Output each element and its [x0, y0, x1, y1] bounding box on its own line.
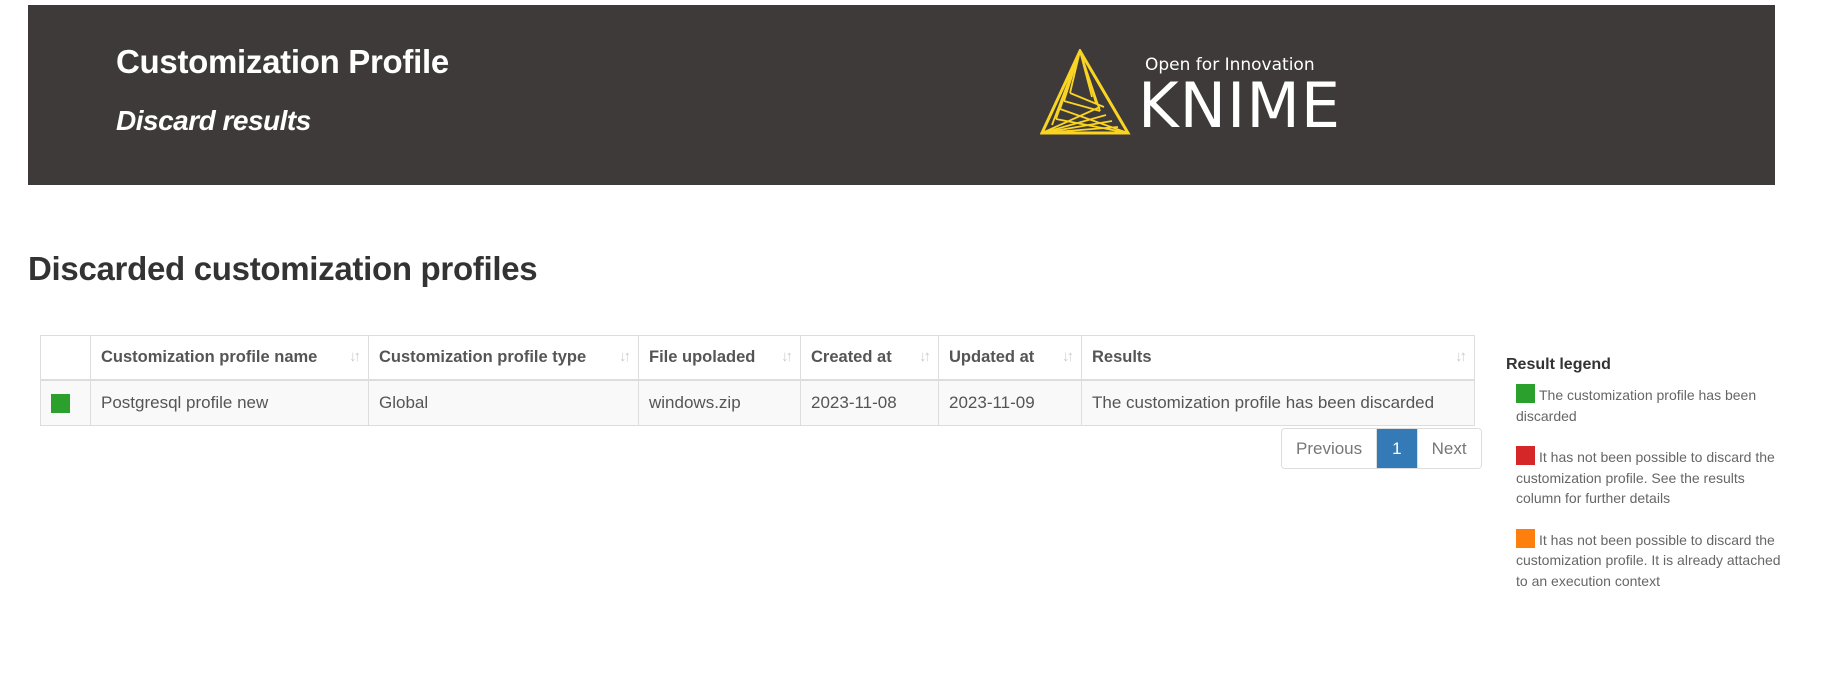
- column-header-name[interactable]: Customization profile name ↓↑: [90, 335, 369, 381]
- table-header-row: Customization profile name ↓↑ Customizat…: [40, 335, 1475, 381]
- result-legend: Result legend The customization profile …: [1506, 356, 1781, 611]
- sort-icon[interactable]: ↓↑: [1062, 348, 1074, 365]
- knime-triangle-icon: [1040, 49, 1131, 135]
- column-header-type[interactable]: Customization profile type ↓↑: [368, 335, 639, 381]
- cell-file: windows.zip: [638, 379, 801, 426]
- cell-type: Global: [368, 379, 639, 426]
- cell-created-at: 2023-11-08: [800, 379, 939, 426]
- green-swatch-icon: [1516, 384, 1535, 403]
- column-header-label: Results: [1092, 348, 1152, 366]
- cell-updated-at: 2023-11-09: [938, 379, 1082, 426]
- column-header-label: File upoladed: [649, 348, 756, 366]
- sort-icon[interactable]: ↓↑: [1455, 348, 1467, 365]
- column-header-label: Created at: [811, 348, 892, 366]
- section-title: Discarded customization profiles: [28, 250, 538, 287]
- next-page-button[interactable]: Next: [1416, 429, 1481, 468]
- legend-title: Result legend: [1506, 356, 1611, 373]
- cell-status: [40, 379, 91, 426]
- sort-icon[interactable]: ↓↑: [781, 348, 793, 365]
- column-header-updated[interactable]: Updated at ↓↑: [938, 335, 1082, 381]
- column-header-created[interactable]: Created at ↓↑: [800, 335, 939, 381]
- legend-item-discarded: The customization profile has been disca…: [1516, 384, 1781, 426]
- column-header-label: Updated at: [949, 348, 1035, 366]
- legend-item-text: The customization profile has been disca…: [1516, 387, 1757, 424]
- column-header-results[interactable]: Results ↓↑: [1081, 335, 1475, 381]
- cell-result: The customization profile has been disca…: [1081, 379, 1475, 426]
- column-header-status: [40, 335, 91, 381]
- column-header-label: Customization profile type: [379, 348, 587, 366]
- results-table: Customization profile name ↓↑ Customizat…: [40, 335, 1475, 426]
- legend-item-attached: It has not been possible to discard the …: [1516, 528, 1781, 592]
- legend-item-error: It has not been possible to discard the …: [1516, 446, 1781, 509]
- header-title: Customization Profile: [116, 43, 449, 80]
- status-discarded-swatch: [51, 394, 70, 413]
- knime-logo: Open for Innovation KNIME: [1040, 45, 1370, 140]
- orange-swatch-icon: [1516, 528, 1535, 548]
- previous-page-button[interactable]: Previous: [1282, 429, 1377, 468]
- pagination: Previous 1 Next: [1281, 428, 1482, 469]
- table-row: Postgresql profile new Global windows.zi…: [40, 379, 1475, 426]
- page-header: Customization Profile Discard results Op…: [28, 5, 1775, 185]
- legend-item-text: It has not been possible to discard the …: [1516, 531, 1781, 589]
- column-header-label: Customization profile name: [101, 348, 318, 366]
- sort-icon[interactable]: ↓↑: [919, 348, 931, 365]
- cell-name: Postgresql profile new: [90, 379, 369, 426]
- legend-item-text: It has not been possible to discard the …: [1516, 449, 1775, 506]
- page-1-button[interactable]: 1: [1376, 429, 1417, 468]
- header-subtitle: Discard results: [116, 105, 311, 136]
- logo-wordmark: KNIME: [1138, 69, 1341, 142]
- column-header-file[interactable]: File upoladed ↓↑: [638, 335, 801, 381]
- sort-icon[interactable]: ↓↑: [619, 348, 631, 365]
- red-swatch-icon: [1516, 446, 1535, 465]
- sort-icon[interactable]: ↓↑: [349, 348, 361, 365]
